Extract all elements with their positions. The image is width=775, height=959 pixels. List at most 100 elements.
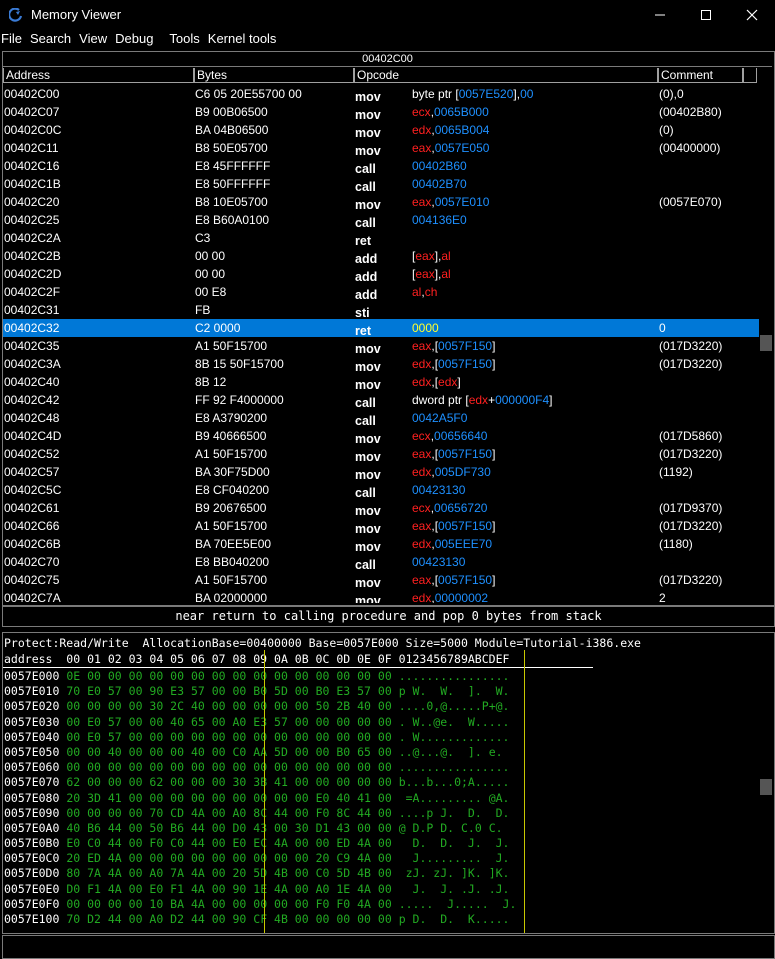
hex-row[interactable]: 0057E040 00 E0 57 00 00 00 00 00 00 00 0… [4,730,516,745]
disasm-row[interactable]: 00402C1B E8 50FFFFFF call 00402B70 [3,175,759,194]
hex-row-ascii[interactable]: p D. D. K..... [399,912,510,926]
column-header-bytes[interactable]: Bytes [194,68,354,83]
minimize-button[interactable] [637,0,683,30]
disasm-row[interactable]: 00402C5C E8 CF040200 call 00423130 [3,481,759,500]
hex-row-ascii[interactable]: . W..@e. W..... [399,715,510,729]
disasm-row[interactable]: 00402C75 A1 50F15700 mov eax,[0057F150] (017… [3,571,759,590]
hex-row-bytes[interactable]: 0E 00 00 00 00 00 00 00 00 00 00 00 00 0… [66,669,391,683]
disasm-row[interactable]: 00402C0C BA 04B06500 mov edx,0065B004 (0) [3,121,759,140]
disasm-row[interactable]: 00402C07 B9 00B06500 mov ecx,0065B000 (00402… [3,103,759,122]
hex-row[interactable]: 0057E0C0 20 ED 4A 00 00 00 00 00 00 00 0… [4,851,516,866]
disasm-row[interactable]: 00402C2D 00 00 add [eax],al [3,265,759,284]
hex-row-ascii[interactable]: ................ [399,669,510,683]
hex-row-ascii[interactable]: ....0,@.....P+@. [399,699,510,713]
hex-row[interactable]: 0057E100 70 D2 44 00 A0 D2 44 00 90 CF 4… [4,912,516,927]
hex-row-bytes[interactable]: 00 00 00 00 00 00 00 00 00 00 00 00 00 0… [66,760,391,774]
hex-row-bytes[interactable]: 70 D2 44 00 A0 D2 44 00 90 CF 4B 00 00 0… [66,912,391,926]
disassembly-scroll-thumb[interactable] [760,335,772,351]
hex-row[interactable]: 0057E0B0 E0 C0 44 00 F0 C0 44 00 E0 EC 4… [4,836,516,851]
hex-row-ascii[interactable]: ..... J..... J. [399,897,517,911]
hex-row[interactable]: 0057E080 20 3D 41 00 00 00 00 00 00 00 0… [4,791,516,806]
disasm-row-selected[interactable]: 00402C32 C2 0000 ret 0000 0 [3,319,759,338]
hex-row-bytes[interactable]: 00 00 00 00 70 CD 4A 00 A0 8C 44 00 F0 8… [66,806,391,820]
hex-row-bytes[interactable]: 00 00 00 00 10 BA 4A 00 00 00 00 00 F0 F… [66,897,391,911]
disasm-row[interactable]: 00402C7A BA 02000000 mov edx,00000002 2 [3,589,759,603]
disasm-row[interactable]: 00402C70 E8 BB040200 call 00423130 [3,553,759,572]
hex-row-ascii[interactable]: . W............. [399,730,510,744]
hex-row-bytes[interactable]: 00 E0 57 00 00 40 65 00 A0 E3 57 00 00 0… [66,715,391,729]
hex-row-bytes[interactable]: 62 00 00 00 62 00 00 00 30 3B 41 00 00 0… [66,775,391,789]
hex-row[interactable]: 0057E050 00 00 40 00 00 00 40 00 C0 AA 5… [4,745,516,760]
disasm-row[interactable]: 00402C52 A1 50F15700 mov eax,[0057F150] (017… [3,445,759,464]
hex-row-ascii[interactable]: =A......... @A. [399,791,510,805]
hex-row-ascii[interactable]: ....p J. D. D. [399,806,510,820]
hex-row[interactable]: 0057E010 70 E0 57 00 90 E3 57 00 00 B0 5… [4,684,516,699]
disasm-row[interactable]: 00402C16 E8 45FFFFFF call 00402B60 [3,157,759,176]
disassembly-scrollbar[interactable] [759,85,773,603]
hex-row-bytes[interactable]: 80 7A 4A 00 A0 7A 4A 00 20 5D 4B 00 C0 5… [66,866,391,880]
disasm-row[interactable]: 00402C2A C3 ret [3,229,759,248]
menu-kernel-tools[interactable]: Kernel tools [204,31,281,46]
column-header-address[interactable]: Address [3,68,194,83]
hex-row-bytes[interactable]: 40 B6 44 00 50 B6 44 00 D0 43 00 30 D1 4… [66,821,391,835]
disasm-row[interactable]: 00402C40 8B 12 mov edx,[edx] [3,373,759,392]
hex-row-ascii[interactable]: ................ [399,760,510,774]
disasm-row[interactable]: 00402C42 FF 92 F4000000 call dword ptr [edx… [3,391,759,410]
hex-row[interactable]: 0057E070 62 00 00 00 62 00 00 00 30 3B 4… [4,775,516,790]
column-header-comment[interactable]: Comment [658,68,743,83]
hex-row-ascii[interactable]: D. D. J. J. [399,836,510,850]
hex-row-bytes[interactable]: 20 ED 4A 00 00 00 00 00 00 00 00 00 20 C… [66,851,391,865]
disasm-row[interactable]: 00402C31 FB sti [3,301,759,320]
hex-row[interactable]: 0057E060 00 00 00 00 00 00 00 00 00 00 0… [4,760,516,775]
disasm-row[interactable]: 00402C11 B8 50E05700 mov eax,0057E050 (00400… [3,139,759,158]
hex-row-ascii[interactable]: p W. W. ]. W. [399,684,510,698]
hex-row[interactable]: 0057E0E0 D0 F1 4A 00 E0 F1 4A 00 90 1E 4… [4,882,516,897]
hex-row-bytes[interactable]: 00 E0 57 00 00 00 00 00 00 00 00 00 00 0… [66,730,391,744]
hex-row-ascii[interactable]: J. J. .J. .J. [399,882,510,896]
hex-row[interactable]: 0057E020 00 00 00 00 30 2C 40 00 00 00 0… [4,699,516,714]
hex-row-ascii[interactable]: zJ. zJ. ]K. ]K. [399,866,510,880]
menu-tools[interactable]: Tools [165,31,203,46]
menu-search[interactable]: Search [26,31,75,46]
hex-row-bytes[interactable]: 00 00 40 00 00 00 40 00 C0 AA 5D 00 00 B… [66,745,391,759]
hex-row[interactable]: 0057E000 0E 00 00 00 00 00 00 00 00 00 0… [4,669,516,684]
disassembly-list[interactable]: 00402C00 C6 05 20E55700 00 mov byte ptr [00… [3,85,759,603]
hex-row-bytes[interactable]: E0 C0 44 00 F0 C0 44 00 E0 EC 4A 00 00 E… [66,836,391,850]
disasm-row[interactable]: 00402C66 A1 50F15700 mov eax,[0057F150] (017… [3,517,759,536]
disasm-row[interactable]: 00402C35 A1 50F15700 mov eax,[0057F150] (017… [3,337,759,356]
hex-row[interactable]: 0057E090 00 00 00 00 70 CD 4A 00 A0 8C 4… [4,806,516,821]
hex-scrollbar[interactable] [759,633,773,933]
disasm-row[interactable]: 00402C57 BA 30F75D00 mov edx,005DF730 (1192) [3,463,759,482]
hex-row-ascii[interactable]: @ D.P D. C.0 C. [399,821,503,835]
disasm-row[interactable]: 00402C25 E8 B60A0100 call 004136E0 [3,211,759,230]
disasm-row[interactable]: 00402C48 E8 A3790200 call 0042A5F0 [3,409,759,428]
hex-row[interactable]: 0057E0A0 40 B6 44 00 50 B6 44 00 D0 43 0… [4,821,516,836]
hex-row-bytes[interactable]: 20 3D 41 00 00 00 00 00 00 00 00 00 E0 4… [66,791,391,805]
hex-row-ascii[interactable]: b...b...0;A..... [399,775,510,789]
hex-row[interactable]: 0057E030 00 E0 57 00 00 40 65 00 A0 E3 5… [4,715,516,730]
disasm-row[interactable]: 00402C20 B8 10E05700 mov eax,0057E010 (0057E… [3,193,759,212]
column-header-opcode[interactable]: Opcode [354,68,658,83]
disasm-row[interactable]: 00402C6B BA 70EE5E00 mov edx,005EEE70 (1180) [3,535,759,554]
hex-scroll-thumb[interactable] [760,779,772,795]
hex-row-bytes[interactable]: 70 E0 57 00 90 E3 57 00 00 B0 5D 00 B0 E… [66,684,391,698]
hex-row-ascii[interactable]: J......... J. [399,851,510,865]
disasm-row[interactable]: 00402C4D B9 40666500 mov ecx,00656640 (017D5… [3,427,759,446]
hex-row-ascii[interactable]: ..@...@. ]. e. [399,745,503,759]
menu-file[interactable]: File [0,31,26,46]
disasm-row[interactable]: 00402C3A 8B 15 50F15700 mov edx,[0057F150] (… [3,355,759,374]
disasm-row[interactable]: 00402C61 B9 20676500 mov ecx,00656720 (017D9… [3,499,759,518]
hex-row-bytes[interactable]: 00 00 00 00 30 2C 40 00 00 00 00 00 50 2… [66,699,391,713]
disasm-row[interactable]: 00402C2B 00 00 add [eax],al [3,247,759,266]
disasm-row[interactable]: 00402C00 C6 05 20E55700 00 mov byte ptr [00… [3,85,759,104]
hex-rows[interactable]: 0057E000 0E 00 00 00 00 00 00 00 00 00 0… [4,669,516,927]
hex-row-bytes[interactable]: D0 F1 4A 00 E0 F1 4A 00 90 1E 4A 00 A0 1… [66,882,391,896]
hex-row[interactable]: 0057E0D0 80 7A 4A 00 A0 7A 4A 00 20 5D 4… [4,866,516,881]
hex-view-panel[interactable]: Protect:Read/Write AllocationBase=004000… [2,632,775,934]
menu-view[interactable]: View [75,31,111,46]
hex-row[interactable]: 0057E0F0 00 00 00 00 10 BA 4A 00 00 00 0… [4,897,516,912]
menu-debug[interactable]: Debug [111,31,157,46]
maximize-button[interactable] [683,0,729,30]
close-button[interactable] [729,0,775,30]
disasm-row[interactable]: 00402C2F 00 E8 add al,ch [3,283,759,302]
